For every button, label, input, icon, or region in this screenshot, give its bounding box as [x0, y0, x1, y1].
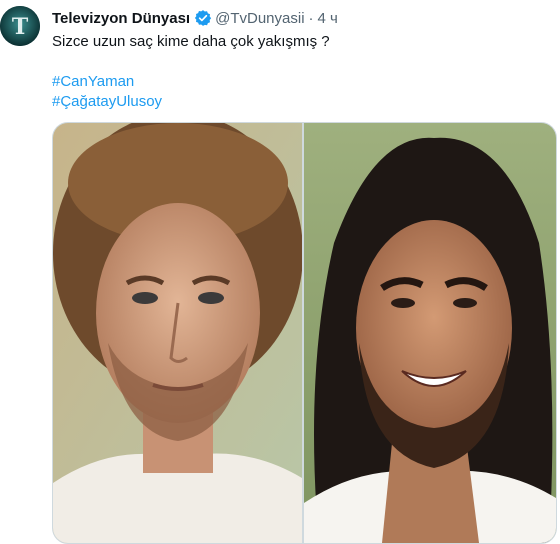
author-name[interactable]: Televizyon Dünyası	[52, 10, 190, 27]
portrait-image	[304, 123, 556, 543]
portrait-image	[53, 123, 302, 543]
tweet-photo-right[interactable]	[304, 123, 556, 543]
tweet-time[interactable]: 4 ч	[318, 10, 338, 27]
avatar-letter: T	[12, 14, 29, 40]
author-handle[interactable]: @TvDunyasii	[215, 10, 304, 27]
tweet-text: Sizce uzun saç kime daha çok yakışmış ? …	[52, 32, 542, 112]
tweet-header: Televizyon Dünyası @TvDunyasii · 4 ч	[52, 8, 338, 28]
hashtag-link[interactable]: #CanYaman	[52, 72, 542, 92]
tweet[interactable]: T Televizyon Dünyası @TvDunyasii · 4 ч S…	[0, 0, 560, 544]
separator-dot: ·	[308, 9, 314, 27]
verified-badge-icon	[195, 10, 212, 26]
tweet-media[interactable]	[52, 122, 557, 544]
hashtag-link[interactable]: #ÇağatayUlusoy	[52, 92, 542, 112]
avatar[interactable]: T	[0, 6, 40, 46]
avatar-logo: T	[0, 6, 40, 46]
tweet-photo-left[interactable]	[53, 123, 302, 543]
tweet-body-text: Sizce uzun saç kime daha çok yakışmış ?	[52, 33, 330, 50]
